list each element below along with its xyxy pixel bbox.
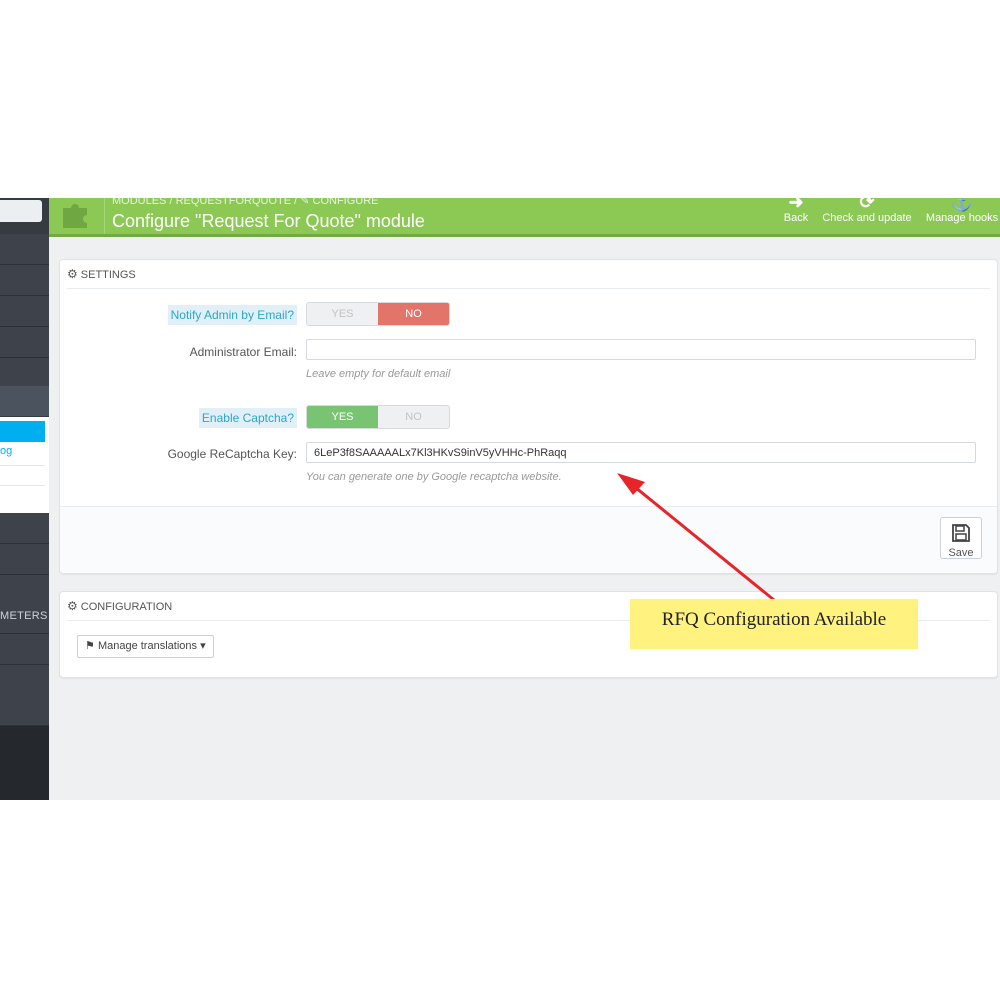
sidebar-bottom [0,726,49,800]
sidebar-item[interactable] [0,296,49,327]
check-and-update-label: Check and update [822,212,912,224]
sidebar-item[interactable] [0,513,49,544]
configuration-heading-label: CONFIGURATION [80,601,173,613]
manage-hooks-label: Manage hooks [925,212,999,224]
sidebar-item[interactable] [0,234,49,265]
manage-translations-label: Manage translations [97,640,197,652]
divider [104,198,105,234]
sidebar-item-modules[interactable] [0,386,49,416]
check-and-update-button[interactable]: ⟳ Check and update [821,198,913,224]
notify-yes-option[interactable]: YES [307,303,378,325]
breadcrumb: MODULES / REQUESTFORQUOTE / ✎ CONFIGURE [112,198,379,207]
manage-hooks-button[interactable]: ⚓ Manage hooks [924,198,1000,224]
admin-screenshot: og METERS MODULES / REQUESTFORQUOTE / ✎ … [0,198,1000,800]
captcha-yes-option[interactable]: YES [307,406,378,428]
puzzle-icon [63,204,87,228]
recaptcha-key-input[interactable]: 6LeP3f8SAAAAALx7Kl3HKvS9inV5yVHHc-PhRaqq [306,442,976,463]
caret-down-icon: ▾ [200,640,206,652]
admin-email-label: Administrator Email: [189,345,297,359]
notify-admin-label: Notify Admin by Email? [167,305,297,325]
settings-panel: ⚙ SETTINGS Notify Admin by Email? YES NO … [59,259,998,574]
divider [0,465,45,466]
captcha-no-option[interactable]: NO [378,406,449,428]
sidebar-item[interactable] [0,695,49,726]
sidebar-submenu: og [0,417,49,513]
annotation-callout: RFQ Configuration Available [630,599,918,649]
cogs-icon: ⚙ [67,267,78,281]
refresh-icon: ⟳ [859,198,875,212]
sidebar-submenu-link[interactable]: og [0,445,12,457]
settings-panel-footer: Save [60,506,997,573]
enable-captcha-label: Enable Captcha? [198,408,297,428]
settings-heading: ⚙ SETTINGS [67,260,990,289]
settings-heading-label: SETTINGS [80,269,136,281]
back-icon: ➜ [788,198,804,212]
flag-icon: ⚑ [85,640,95,652]
sidebar-item[interactable] [0,358,49,389]
enable-captcha-toggle[interactable]: YES NO [306,405,450,429]
save-button[interactable]: Save [940,517,982,559]
notify-no-option[interactable]: NO [378,303,449,325]
save-button-label: Save [948,547,974,559]
sidebar: og METERS [0,198,49,800]
manage-translations-button[interactable]: ⚑ Manage translations ▾ [77,635,214,658]
page-header: MODULES / REQUESTFORQUOTE / ✎ CONFIGURE … [49,198,1000,237]
sidebar-item[interactable] [0,665,49,696]
sidebar-item-parameters-label: METERS [0,610,48,622]
admin-email-help: Leave empty for default email [306,368,451,380]
notify-admin-toggle[interactable]: YES NO [306,302,450,326]
divider [0,485,45,486]
back-button[interactable]: ➜ Back [781,198,811,224]
back-button-label: Back [783,212,809,224]
sidebar-submenu-active-item[interactable] [0,421,45,442]
sidebar-item[interactable] [0,265,49,296]
sidebar-item[interactable] [0,575,49,606]
admin-email-input[interactable] [306,339,976,360]
anchor-icon: ⚓ [950,198,974,212]
sidebar-item[interactable] [0,634,49,665]
floppy-icon [952,524,970,542]
cogs-icon: ⚙ [67,599,78,613]
page-title: Configure "Request For Quote" module [112,211,425,231]
recaptcha-help: You can generate one by Google recaptcha… [306,471,562,483]
sidebar-item[interactable] [0,327,49,358]
sidebar-search[interactable] [0,200,42,222]
sidebar-item[interactable] [0,544,49,575]
recaptcha-key-label: Google ReCaptcha Key: [167,447,297,461]
